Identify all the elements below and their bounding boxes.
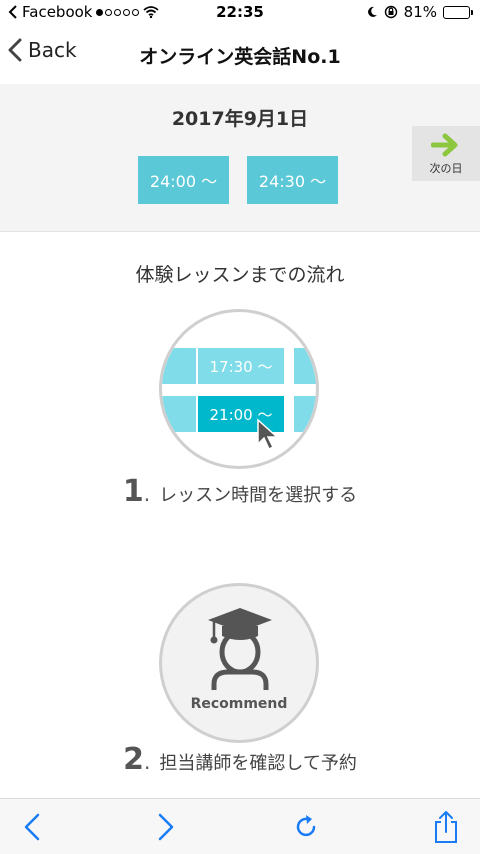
browser-back-button[interactable] (14, 809, 50, 845)
moon-icon (367, 6, 377, 17)
next-day-label: 次の日 (429, 161, 463, 175)
illustration-slot (294, 396, 316, 432)
orientation-lock-icon (384, 5, 397, 19)
step-text: 担当講師を確認して予約 (159, 753, 357, 774)
select-time-illustration: 〜 17:30 〜 〜 21:00 〜 (159, 309, 319, 469)
back-arrow-icon (24, 813, 40, 841)
illustration-slot: 〜 (162, 348, 196, 384)
forward-arrow-icon (158, 813, 174, 841)
reload-button[interactable] (288, 809, 324, 845)
teacher-illustration: Recommend (159, 583, 319, 743)
step-2: 2. 担当講師を確認して予約 (0, 742, 480, 777)
illustration-slot (294, 348, 316, 384)
step-number: 1 (122, 474, 144, 509)
browser-toolbar (0, 798, 480, 854)
page-title: オンライン英会話No.1 (139, 46, 341, 68)
recommend-badge: Recommend (190, 696, 288, 712)
next-day-button[interactable]: 次の日 (412, 126, 480, 181)
browser-forward-button[interactable] (148, 809, 184, 845)
status-right: 81% (366, 3, 473, 21)
step-1: 1. レッスン時間を選択する (0, 474, 480, 509)
wifi-icon (143, 6, 160, 18)
arrow-right-icon (431, 133, 458, 156)
share-icon (435, 811, 457, 843)
carrier-label[interactable]: Facebook (22, 3, 92, 21)
illustration-slot: 〜 (162, 396, 196, 432)
battery-percent: 81% (403, 3, 437, 21)
flow-title: 体験レッスンまでの流れ (135, 264, 345, 286)
date-section: 2017年9月1日 24:00 〜 24:30 〜 次の日 (0, 84, 480, 232)
illustration-slot: 17:30 〜 (198, 348, 284, 384)
step-dot: . (143, 482, 151, 506)
step-dot: . (143, 750, 151, 774)
step-number: 2 (123, 742, 144, 777)
nav-bar: Back オンライン英会話No.1 (0, 26, 480, 84)
status-left: Facebook (8, 3, 160, 21)
step-text: レッスン時間を選択する (159, 485, 358, 506)
signal-icon (96, 8, 140, 16)
time-slot-button[interactable]: 24:30 〜 (247, 156, 338, 204)
battery-icon (443, 5, 473, 19)
reload-icon (296, 815, 316, 837)
share-button[interactable] (428, 809, 464, 845)
back-to-app-icon[interactable] (8, 5, 18, 19)
date-title: 2017年9月1日 (171, 108, 309, 130)
cursor-icon (257, 418, 279, 451)
time-slot-button[interactable]: 24:00 〜 (138, 156, 229, 204)
status-bar: Facebook 22:35 81% (0, 0, 480, 26)
graduate-icon (208, 608, 272, 690)
